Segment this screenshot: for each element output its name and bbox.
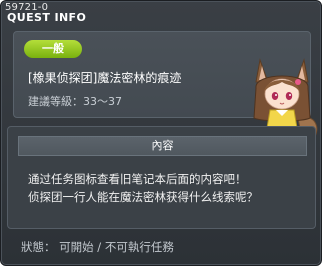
recommended-level: 建議等級：33～37 (28, 95, 122, 108)
quest-category-badge: 一般 (24, 40, 82, 58)
content-line: 侦探团一行人能在魔法密林获得什么线索呢？ (28, 190, 258, 204)
window-title: QUEST INFO (7, 11, 87, 24)
content-line: 通过任务图标查看旧笔记本后面的内容吧！ (28, 172, 247, 186)
quest-content-panel: 內容 通过任务图标查看旧笔记本后面的内容吧！ 侦探团一行人能在魔法密林获得什么线… (7, 126, 316, 229)
quest-info-window: 59721-0 QUEST INFO 一般 [橡果侦探团]魔法密林的痕迹 建議等… (0, 0, 322, 266)
quest-title: [橡果侦探团]魔法密林的痕迹 (28, 71, 182, 85)
quest-status: 狀態： 可開始 / 不可執行任務 (21, 240, 174, 254)
content-header: 內容 (18, 136, 307, 156)
quest-summary-panel: 一般 [橡果侦探团]魔法密林的痕迹 建議等級：33～37 (13, 31, 318, 145)
